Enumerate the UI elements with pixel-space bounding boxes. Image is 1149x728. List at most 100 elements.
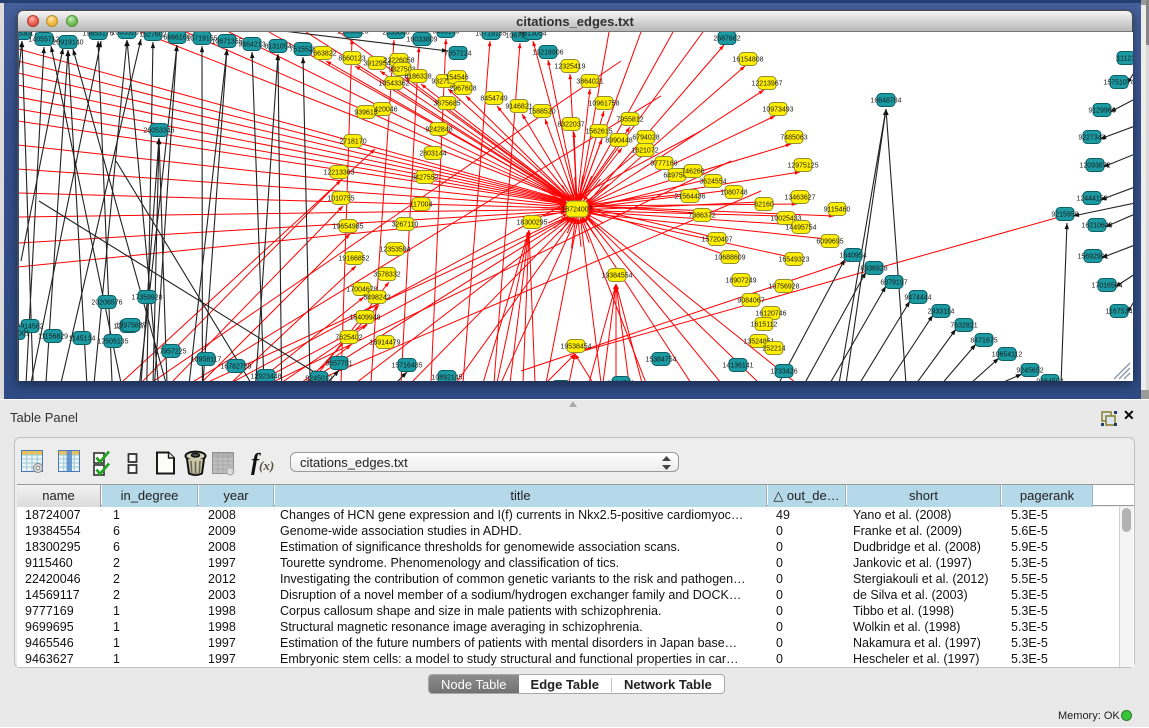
svg-text:6099695: 6099695 xyxy=(816,239,843,246)
svg-text:7485063: 7485063 xyxy=(780,135,807,142)
svg-text:9215958: 9215958 xyxy=(1051,212,1078,219)
svg-text:1145134: 1145134 xyxy=(69,336,96,343)
svg-text:1733426: 1733426 xyxy=(770,369,797,376)
svg-text:117004: 117004 xyxy=(410,202,433,209)
svg-text:20919140: 20919140 xyxy=(52,40,83,47)
svg-text:19538454: 19538454 xyxy=(560,344,591,351)
svg-text:16914479: 16914479 xyxy=(369,340,400,347)
svg-text:16120746: 16120746 xyxy=(755,311,786,318)
svg-text:8938928: 8938928 xyxy=(860,266,887,273)
svg-text:8186328: 8186328 xyxy=(404,74,431,81)
svg-text:5498242: 5498242 xyxy=(363,295,390,302)
svg-text:12444159: 12444159 xyxy=(1076,196,1107,203)
svg-text:12505135: 12505135 xyxy=(97,339,128,346)
svg-text:12975125: 12975125 xyxy=(787,163,818,170)
svg-text:12213363: 12213363 xyxy=(323,170,354,177)
svg-text:10543362: 10543362 xyxy=(378,81,409,88)
svg-text:8990448: 8990448 xyxy=(605,138,632,145)
svg-text:10756928: 10756928 xyxy=(768,284,799,291)
svg-text:8454749: 8454749 xyxy=(480,96,507,103)
svg-text:3624554: 3624554 xyxy=(699,179,726,186)
svg-text:8322037: 8322037 xyxy=(557,122,584,129)
svg-text:18300295: 18300295 xyxy=(516,220,547,227)
svg-text:19166852: 19166852 xyxy=(338,256,369,263)
svg-text:15692991: 15692991 xyxy=(1077,254,1108,261)
svg-text:7955812: 7955812 xyxy=(616,117,643,124)
svg-text:13463627: 13463627 xyxy=(784,195,815,202)
svg-text:9777169: 9777169 xyxy=(650,161,677,168)
svg-text:2967608: 2967608 xyxy=(449,86,476,93)
svg-text:19218906: 19218906 xyxy=(532,50,563,57)
svg-text:10975887: 10975887 xyxy=(115,323,146,330)
svg-text:10688609: 10688609 xyxy=(714,255,745,262)
svg-text:2033646: 2033646 xyxy=(382,32,409,37)
svg-text:10654112: 10654112 xyxy=(992,352,1023,359)
svg-text:9129966: 9129966 xyxy=(1088,108,1115,115)
svg-text:1080748: 1080748 xyxy=(720,190,747,197)
svg-text:15409948: 15409948 xyxy=(349,315,380,322)
svg-text:746266: 746266 xyxy=(681,169,704,176)
svg-text:9474444: 9474444 xyxy=(904,295,931,302)
svg-text:14136141: 14136141 xyxy=(722,363,753,370)
svg-text:15751074: 15751074 xyxy=(1103,80,1133,87)
svg-text:26053346: 26053346 xyxy=(143,128,174,135)
svg-text:10719155: 10719155 xyxy=(475,32,506,38)
svg-text:7385001: 7385001 xyxy=(19,331,30,338)
svg-text:9115460: 9115460 xyxy=(824,207,851,214)
svg-text:17359928: 17359928 xyxy=(131,295,162,302)
svg-text:939615: 939615 xyxy=(354,110,377,117)
svg-text:16549323: 16549323 xyxy=(778,257,809,264)
svg-text:6879197: 6879197 xyxy=(880,280,907,287)
svg-text:15384754: 15384754 xyxy=(645,357,676,364)
svg-text:18724007: 18724007 xyxy=(561,207,592,214)
svg-text:7857224: 7857224 xyxy=(444,51,471,58)
svg-text:7625402: 7625402 xyxy=(335,335,362,342)
svg-text:11156829: 11156829 xyxy=(38,334,68,341)
svg-text:3578332: 3578332 xyxy=(373,272,400,279)
svg-text:10958117: 10958117 xyxy=(191,357,222,364)
svg-text:15720407: 15720407 xyxy=(701,237,732,244)
svg-text:252214: 252214 xyxy=(762,346,785,353)
svg-text:8427552: 8427552 xyxy=(411,175,438,182)
svg-text:154546: 154546 xyxy=(445,75,468,82)
svg-text:12353594: 12353594 xyxy=(379,247,410,254)
svg-text:2933114: 2933114 xyxy=(928,309,955,316)
svg-text:16782759: 16782759 xyxy=(220,364,251,371)
svg-text:17957225: 17957225 xyxy=(155,349,186,356)
svg-text:21065326: 21065326 xyxy=(337,32,368,36)
svg-text:1588520: 1588520 xyxy=(528,109,555,116)
svg-text:16210643: 16210643 xyxy=(1081,223,1112,230)
svg-text:7386372: 7386372 xyxy=(688,213,715,220)
svg-text:7663822: 7663822 xyxy=(309,51,336,58)
svg-text:12213967: 12213967 xyxy=(751,81,782,88)
svg-text:6466160: 6466160 xyxy=(432,32,459,36)
svg-text:9245652: 9245652 xyxy=(1016,368,1043,375)
svg-text:8660123: 8660123 xyxy=(338,56,365,63)
svg-text:9084067: 9084067 xyxy=(737,298,764,305)
svg-text:10961758: 10961758 xyxy=(588,101,619,108)
svg-text:6794028: 6794028 xyxy=(632,135,659,142)
svg-text:8813054: 8813054 xyxy=(519,32,546,38)
svg-text:2803144: 2803144 xyxy=(419,151,446,158)
svg-text:8824503: 8824503 xyxy=(607,381,634,382)
svg-text:9464213: 9464213 xyxy=(238,42,265,49)
svg-text:7632821: 7632821 xyxy=(950,323,977,330)
svg-text:10973493: 10973493 xyxy=(762,107,793,114)
svg-text:9227342: 9227342 xyxy=(1078,135,1105,142)
svg-text:18907249: 18907249 xyxy=(725,278,756,285)
svg-text:16033809: 16033809 xyxy=(406,37,437,44)
svg-text:1167534: 1167534 xyxy=(1106,309,1133,316)
svg-text:21564436: 21564436 xyxy=(674,194,705,201)
svg-text:19384554: 19384554 xyxy=(601,273,632,280)
svg-text:8131054: 8131054 xyxy=(264,44,291,51)
svg-text:62160: 62160 xyxy=(754,202,774,209)
svg-text:19654985: 19654985 xyxy=(332,224,363,231)
svg-text:1562615: 1562615 xyxy=(585,129,612,136)
svg-text:11123: 11123 xyxy=(1117,56,1133,63)
svg-text:12923448: 12923448 xyxy=(250,374,281,381)
svg-text:9464504: 9464504 xyxy=(1036,379,1063,382)
svg-text:8471675: 8471675 xyxy=(970,338,997,345)
svg-text:9242848: 9242848 xyxy=(425,127,452,134)
svg-text:3267110: 3267110 xyxy=(392,222,419,229)
svg-text:3875685: 3875685 xyxy=(433,101,460,108)
